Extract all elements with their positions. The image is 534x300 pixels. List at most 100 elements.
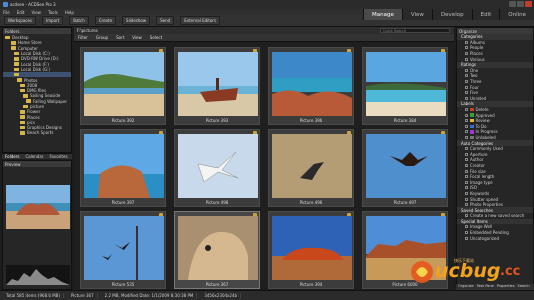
folder-icon [5, 35, 10, 40]
minimize-button[interactable] [509, 1, 516, 7]
checkbox[interactable] [465, 57, 468, 61]
checkbox[interactable] [465, 80, 468, 84]
group-menu[interactable]: Group [96, 35, 108, 40]
thumbnail-item[interactable]: Picture 393 [174, 47, 260, 125]
checkbox[interactable] [465, 236, 468, 240]
tab-edit[interactable]: Edit [471, 9, 500, 20]
checkbox[interactable] [465, 119, 468, 123]
preview-image [6, 185, 70, 229]
checkbox[interactable] [465, 186, 468, 190]
quick-search-input[interactable]: Quick Search [380, 28, 450, 33]
menu-edit[interactable]: Edit [17, 10, 25, 15]
checkbox[interactable] [465, 96, 468, 100]
checkbox[interactable] [465, 52, 468, 56]
close-button[interactable] [525, 1, 532, 7]
import-button[interactable]: Import [41, 16, 64, 25]
special-item[interactable]: Uncategorized [457, 235, 533, 241]
checkbox[interactable] [465, 130, 468, 134]
external-editors-button[interactable]: External Editors [180, 16, 221, 25]
preview-header: Preview [3, 161, 71, 167]
category-item-label: People [470, 45, 484, 51]
rating-item-label: Two [470, 73, 478, 79]
checkbox[interactable] [465, 203, 468, 207]
checkbox[interactable] [465, 163, 468, 167]
folder-icon [26, 99, 31, 103]
batch-button[interactable]: Batch [69, 16, 89, 25]
checkbox[interactable] [465, 40, 468, 44]
checkbox[interactable] [465, 191, 468, 195]
checkbox[interactable] [465, 91, 468, 95]
folder-icon [14, 72, 19, 77]
checkbox[interactable] [465, 124, 468, 128]
checkbox[interactable] [465, 85, 468, 89]
checkbox[interactable] [465, 214, 468, 218]
tab-favorites[interactable]: Favorites [49, 154, 67, 159]
checkbox[interactable] [465, 108, 468, 112]
folder-icon [20, 110, 25, 114]
organize-body: Categories Albums People Places Various Ratin… [457, 34, 533, 241]
folder-icon [23, 94, 28, 98]
menu-file[interactable]: File [3, 10, 10, 15]
thumbnail-grid: Picture 392 Picture 393 Picture 396 Picture… [74, 42, 454, 290]
checkbox[interactable] [465, 113, 468, 117]
folder-icon [20, 120, 25, 125]
tab-manage[interactable]: Manage [363, 9, 402, 20]
label-color-swatch [470, 118, 474, 123]
label-item-label: Delete [475, 107, 489, 113]
checkbox[interactable] [465, 197, 468, 201]
folder-label: Desktop [12, 35, 29, 41]
thumbnail-item[interactable]: Picture 498 [174, 129, 260, 207]
thumbnail-item[interactable]: Picture 394 [268, 211, 354, 289]
folder-label: Computer [18, 45, 38, 51]
thumbnail-caption: Picture 367 [205, 282, 229, 287]
menu-help[interactable]: Help [65, 10, 74, 15]
auto-category-item-label: Commonly Used [470, 146, 503, 152]
select-menu[interactable]: Select [150, 35, 162, 40]
folder-label: Graphics Designs [27, 125, 62, 131]
tab-online[interactable]: Online [499, 9, 534, 20]
checkbox[interactable] [465, 158, 468, 162]
send-button[interactable]: Send [156, 16, 175, 25]
tab-calendar[interactable]: Calendar [25, 154, 43, 159]
auto-category-item-label: File size [470, 168, 486, 174]
checkbox[interactable] [465, 68, 468, 72]
sort-menu[interactable]: Sort [116, 35, 124, 40]
folder-item[interactable]: Beach Sports [3, 130, 71, 135]
thumbnail-item[interactable]: Picture 497 [362, 129, 448, 207]
thumbnail-item[interactable]: Picture 396 [268, 47, 354, 125]
checkbox[interactable] [465, 74, 468, 78]
slideshow-button[interactable]: Slideshow [122, 16, 151, 25]
thumbnail-image [272, 134, 352, 198]
category-item-label: Various [470, 56, 485, 62]
label-item-label: Approved [475, 112, 495, 118]
filter-menu[interactable]: Filter [78, 35, 88, 40]
left-panel-tabs: Folders Calendar Favorites [2, 153, 72, 159]
thumbnail-item[interactable]: Picture 367 [174, 211, 260, 289]
thumbnail-item[interactable]: Picture 535 [80, 211, 166, 289]
view-menu[interactable]: View [132, 35, 142, 40]
checkbox[interactable] [465, 169, 468, 173]
maximize-button[interactable] [517, 1, 524, 7]
thumbnail-item[interactable]: Picture 397 [80, 129, 166, 207]
tab-develop[interactable]: Develop [431, 9, 472, 20]
thumbnail-caption: Picture 384 [393, 118, 417, 123]
checkbox[interactable] [465, 46, 468, 50]
checkbox[interactable] [465, 175, 468, 179]
thumbnail-item[interactable]: Picture 496 [268, 129, 354, 207]
breadcrumb[interactable]: F:\pictures [77, 28, 98, 33]
workspaces-button[interactable]: Workspaces [4, 16, 36, 25]
checkbox[interactable] [465, 147, 468, 151]
checkbox[interactable] [465, 152, 468, 156]
thumbnail-image [272, 216, 352, 280]
tab-folders[interactable]: Folders [5, 154, 19, 159]
thumbnail-item[interactable]: Picture 392 [80, 47, 166, 125]
checkbox[interactable] [465, 135, 468, 139]
checkbox[interactable] [465, 225, 468, 229]
thumbnail-item[interactable]: Picture 384 [362, 47, 448, 125]
create-button[interactable]: Create [94, 16, 117, 25]
checkbox[interactable] [465, 180, 468, 184]
menu-tools[interactable]: Tools [48, 10, 58, 15]
tab-view[interactable]: View [401, 9, 432, 20]
menu-view[interactable]: View [31, 10, 41, 15]
checkbox[interactable] [465, 231, 468, 235]
